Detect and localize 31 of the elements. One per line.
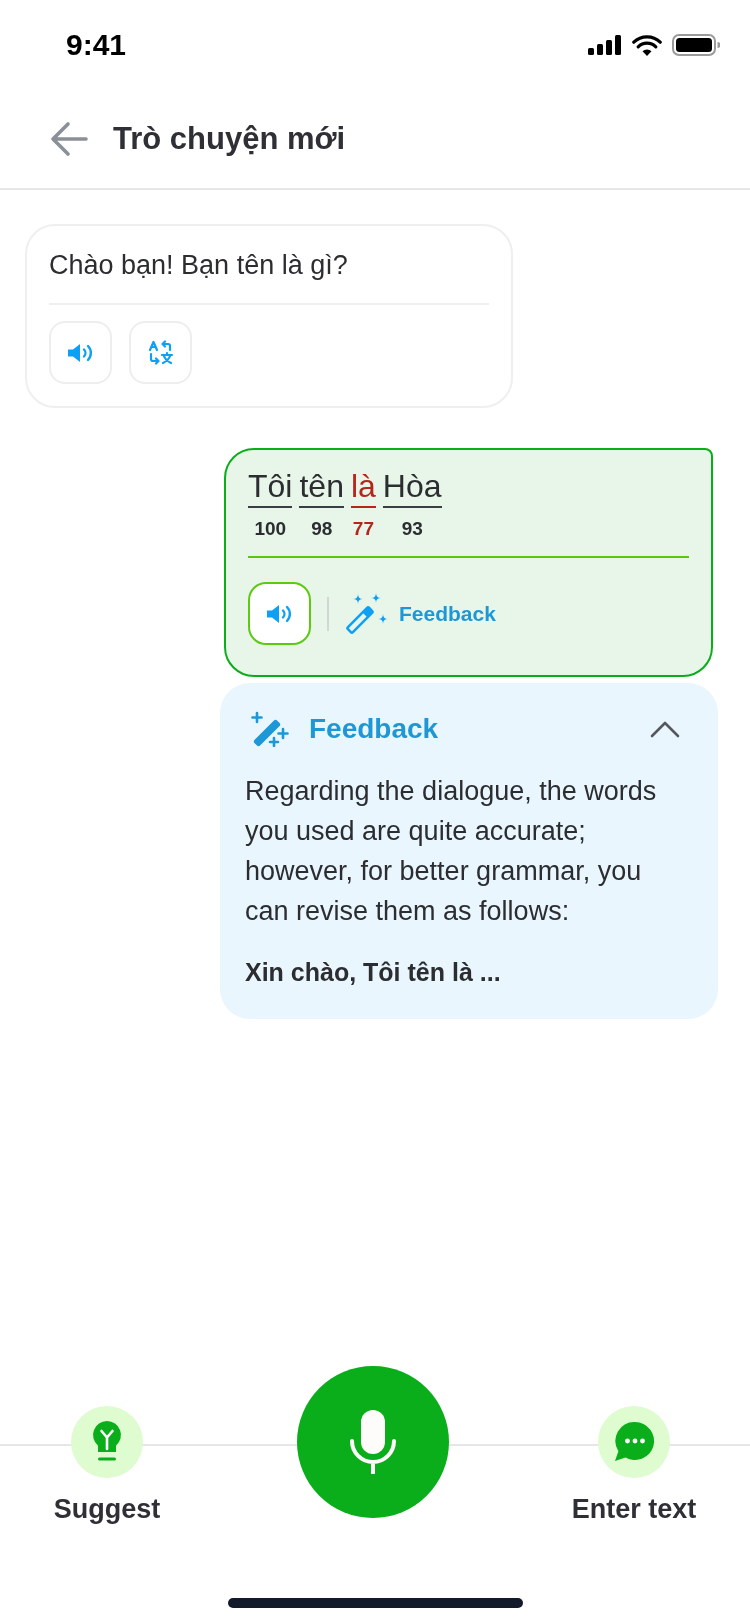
translate-icon	[147, 340, 174, 365]
screen-title: Trò chuyện mới	[113, 120, 346, 158]
scored-word: Hòa	[382, 466, 442, 508]
back-button[interactable]	[50, 121, 88, 157]
chat-bubble-icon	[598, 1406, 670, 1478]
word-score: 93	[401, 518, 423, 540]
signal-icon	[588, 35, 622, 55]
word-score: 98	[311, 518, 333, 540]
scored-word: Tôi	[248, 466, 293, 508]
speaker-icon	[66, 342, 95, 363]
wifi-icon	[632, 34, 662, 56]
battery-icon	[672, 34, 720, 56]
suggested-sentence: Xin chào, Tôi tên là ...	[245, 957, 502, 988]
word-score: 100	[254, 518, 287, 540]
translate-button[interactable]	[129, 321, 192, 384]
arrow-left-icon	[50, 121, 88, 157]
speaker-icon	[265, 603, 294, 624]
scored-word: là	[350, 466, 376, 508]
scored-word: tên	[299, 466, 344, 508]
feedback-text: Regarding the dialogue, the words you used are quite accurate; however, for better grammar, you can revise them as follows:	[245, 775, 658, 928]
chevron-up-icon[interactable]	[650, 720, 680, 738]
microphone-icon	[349, 1410, 397, 1474]
speak-button[interactable]	[248, 582, 311, 645]
status-time: 9:41	[66, 30, 127, 60]
enter-text-button[interactable]: Enter text	[571, 1406, 697, 1525]
feedback-title: Feedback	[309, 712, 439, 746]
magic-wand-icon	[249, 711, 291, 747]
suggest-button[interactable]: Suggest	[53, 1406, 161, 1525]
word-score: 77	[352, 518, 374, 540]
message-text: Chào bạn! Bạn tên là gì?	[49, 249, 349, 282]
lightbulb-icon	[71, 1406, 143, 1478]
